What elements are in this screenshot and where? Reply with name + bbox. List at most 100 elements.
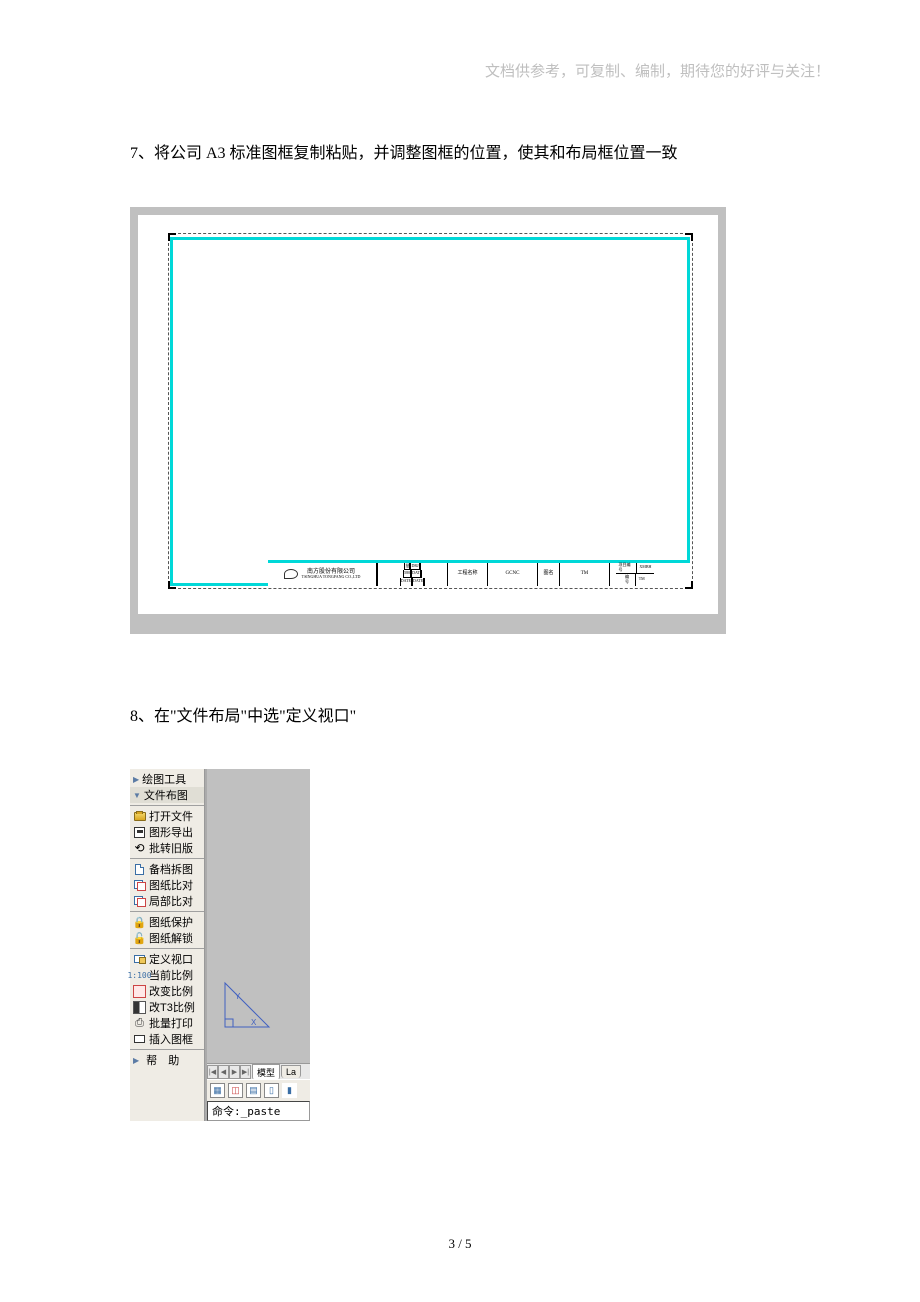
toolbar-icon-3[interactable]: ▤ (246, 1083, 261, 1098)
ucs-x-label: X (251, 1018, 257, 1027)
cad-layout-screenshot: 南方股份有限公司 TSINGHUA TONGFANG CO.,LTD 批 DRJ… (130, 207, 726, 634)
tab-layout[interactable]: La (281, 1065, 301, 1078)
a3-drawing-frame (170, 237, 690, 586)
rotate-icon: ⟲ (133, 842, 146, 855)
lock-icon: 🔒 (133, 916, 146, 929)
tab-prev-button[interactable]: ◀ (218, 1065, 229, 1079)
toolbar-icon-5[interactable]: ▮ (282, 1083, 297, 1098)
change-scale-button[interactable]: 改变比例 (130, 983, 204, 999)
item-label: 打开文件 (149, 808, 193, 824)
tab-model[interactable]: 模型 (252, 1064, 280, 1080)
folder-open-icon (133, 810, 146, 823)
batch-convert-button[interactable]: ⟲批转旧版 (130, 840, 204, 856)
sig-r3c4: DATE (413, 578, 425, 586)
command-line[interactable]: 命令: _paste (207, 1101, 310, 1121)
change-t3-scale-button[interactable]: 改T3比例 (130, 999, 204, 1015)
sig-r2c4: DAT (412, 570, 422, 577)
open-file-button[interactable]: 打开文件 (130, 808, 204, 824)
company-logo-cell: 南方股份有限公司 TSINGHUA TONGFANG CO.,LTD (268, 563, 378, 586)
insert-frame-button[interactable]: 插入图框 (130, 1031, 204, 1047)
tb-project-label: 工程名称 (448, 563, 488, 586)
document-icon (133, 863, 146, 876)
item-label: 图形导出 (149, 824, 193, 840)
current-scale-button[interactable]: 1:100当前比例 (130, 967, 204, 983)
cad-paper-area: 南方股份有限公司 TSINGHUA TONGFANG CO.,LTD 批 DRJ… (138, 215, 718, 614)
tab-last-button[interactable]: ▶| (240, 1065, 251, 1079)
panel-label: 文件布图 (144, 787, 188, 803)
sig-r1c4: DRJ (411, 563, 420, 570)
ucs-triangle-icon: Y X (221, 979, 273, 1031)
tb-end-r1c1: 项目编号 (616, 563, 637, 574)
cad-canvas-area: Y X |◀ ◀ ▶ ▶| 模型 La ▦ ◫ ▤ ▯ ▮ 命令: _paste (205, 769, 310, 1121)
item-label: 插入图框 (149, 1031, 193, 1047)
tab-nav-buttons: |◀ ◀ ▶ ▶| (207, 1065, 251, 1079)
toolbar-icon-1[interactable]: ▦ (210, 1083, 225, 1098)
unlock-drawing-button[interactable]: 🔓图纸解锁 (130, 930, 204, 946)
command-prefix: 命令: (212, 1103, 241, 1119)
panel-label: 绘图工具 (142, 771, 186, 787)
cad-drawing-canvas[interactable]: Y X (207, 769, 310, 1063)
item-label: 批转旧版 (149, 840, 193, 856)
tb-number-block: 项目编号 XMBH 编 号 TM (610, 563, 660, 586)
unlock-icon: 🔓 (133, 932, 146, 945)
tab-next-button[interactable]: ▶ (229, 1065, 240, 1079)
item-label: 当前比例 (149, 967, 193, 983)
batch-print-button[interactable]: ⎙批量打印 (130, 1015, 204, 1031)
sig-r3c2: DATE (401, 578, 412, 586)
item-label: 局部比对 (149, 893, 193, 909)
company-name-en: TSINGHUA TONGFANG CO.,LTD (302, 575, 361, 579)
item-label: 图纸比对 (149, 877, 193, 893)
step-8-text: 8、在"文件布局"中选"定义视口" (130, 704, 790, 730)
company-logo-icon (284, 569, 298, 579)
scale-icon: 1:100 (133, 969, 146, 982)
panel-drawing-tools[interactable]: ▶ 绘图工具 (130, 771, 204, 787)
page-number: 3 / 5 (0, 1236, 920, 1252)
drawing-title-block: 南方股份有限公司 TSINGHUA TONGFANG CO.,LTD 批 DRJ… (268, 560, 690, 586)
toolbar-screenshot: ▶ 绘图工具 ▼ 文件布图 打开文件 图形导出 ⟲批转旧版 备档拆图 图纸比对 … (130, 769, 310, 1121)
panel-help[interactable]: ▶ 帮 助 (130, 1052, 204, 1068)
compare-drawings-button[interactable]: 图纸比对 (130, 877, 204, 893)
export-drawing-button[interactable]: 图形导出 (130, 824, 204, 840)
scale-change-icon (133, 985, 146, 998)
printer-icon: ⎙ (133, 1017, 146, 1030)
protect-group: 🔒图纸保护 🔓图纸解锁 (130, 912, 204, 949)
collapse-right-icon: ▶ (133, 1056, 143, 1065)
item-label: 定义视口 (149, 951, 193, 967)
panel-footer-group: ▶ 帮 助 (130, 1050, 204, 1070)
compare-partial-button[interactable]: 局部比对 (130, 893, 204, 909)
header-note: 文档供参考，可复制、编制，期待您的好评与关注！ (130, 60, 830, 81)
layout-tabs-bar: |◀ ◀ ▶ ▶| 模型 La (207, 1063, 310, 1079)
compare-icon (133, 879, 146, 892)
file-group: 打开文件 图形导出 ⟲批转旧版 (130, 806, 204, 859)
collapse-right-icon: ▶ (133, 775, 139, 784)
tb-drawing-value: TM (560, 563, 610, 586)
item-label: 批量打印 (149, 1015, 193, 1031)
tb-drawing-label: 图名 (538, 563, 560, 586)
tb-end-r2c1: 编 号 (623, 574, 636, 586)
bottom-toolbar: ▦ ◫ ▤ ▯ ▮ (207, 1079, 310, 1101)
toolbar-icon-4[interactable]: ▯ (264, 1083, 279, 1098)
floppy-disk-icon (133, 826, 146, 839)
item-label: 改变比例 (149, 983, 193, 999)
tool-panel: ▶ 绘图工具 ▼ 文件布图 打开文件 图形导出 ⟲批转旧版 备档拆图 图纸比对 … (130, 769, 205, 1121)
sig-r2c2: 580 (404, 570, 411, 577)
viewport-group: 定义视口 1:100当前比例 改变比例 改T3比例 ⎙批量打印 插入图框 (130, 949, 204, 1050)
panel-file-layout[interactable]: ▼ 文件布图 (130, 787, 204, 803)
tab-first-button[interactable]: |◀ (207, 1065, 218, 1079)
tb-end-r2c2: TM (636, 574, 647, 586)
define-viewport-button[interactable]: 定义视口 (130, 951, 204, 967)
tb-project-value: GCNC (488, 563, 538, 586)
toolbar-icon-2[interactable]: ◫ (228, 1083, 243, 1098)
collapse-down-icon: ▼ (133, 791, 141, 800)
frame-icon (133, 1033, 146, 1046)
tb-end-r1c2: XMBH (637, 563, 653, 574)
item-label: 改T3比例 (149, 999, 195, 1015)
protect-drawing-button[interactable]: 🔒图纸保护 (130, 914, 204, 930)
panel-header-group: ▶ 绘图工具 ▼ 文件布图 (130, 769, 204, 806)
item-label: 图纸保护 (149, 914, 193, 930)
item-label: 备档拆图 (149, 861, 193, 877)
step-7-text: 7、将公司 A3 标准图框复制粘贴，并调整图框的位置，使其和布局框位置一致 (130, 141, 790, 167)
t3-scale-icon (133, 1001, 146, 1014)
signature-grid: 批 DRJ 580 DAT DATE DATE (378, 563, 448, 586)
archive-split-button[interactable]: 备档拆图 (130, 861, 204, 877)
